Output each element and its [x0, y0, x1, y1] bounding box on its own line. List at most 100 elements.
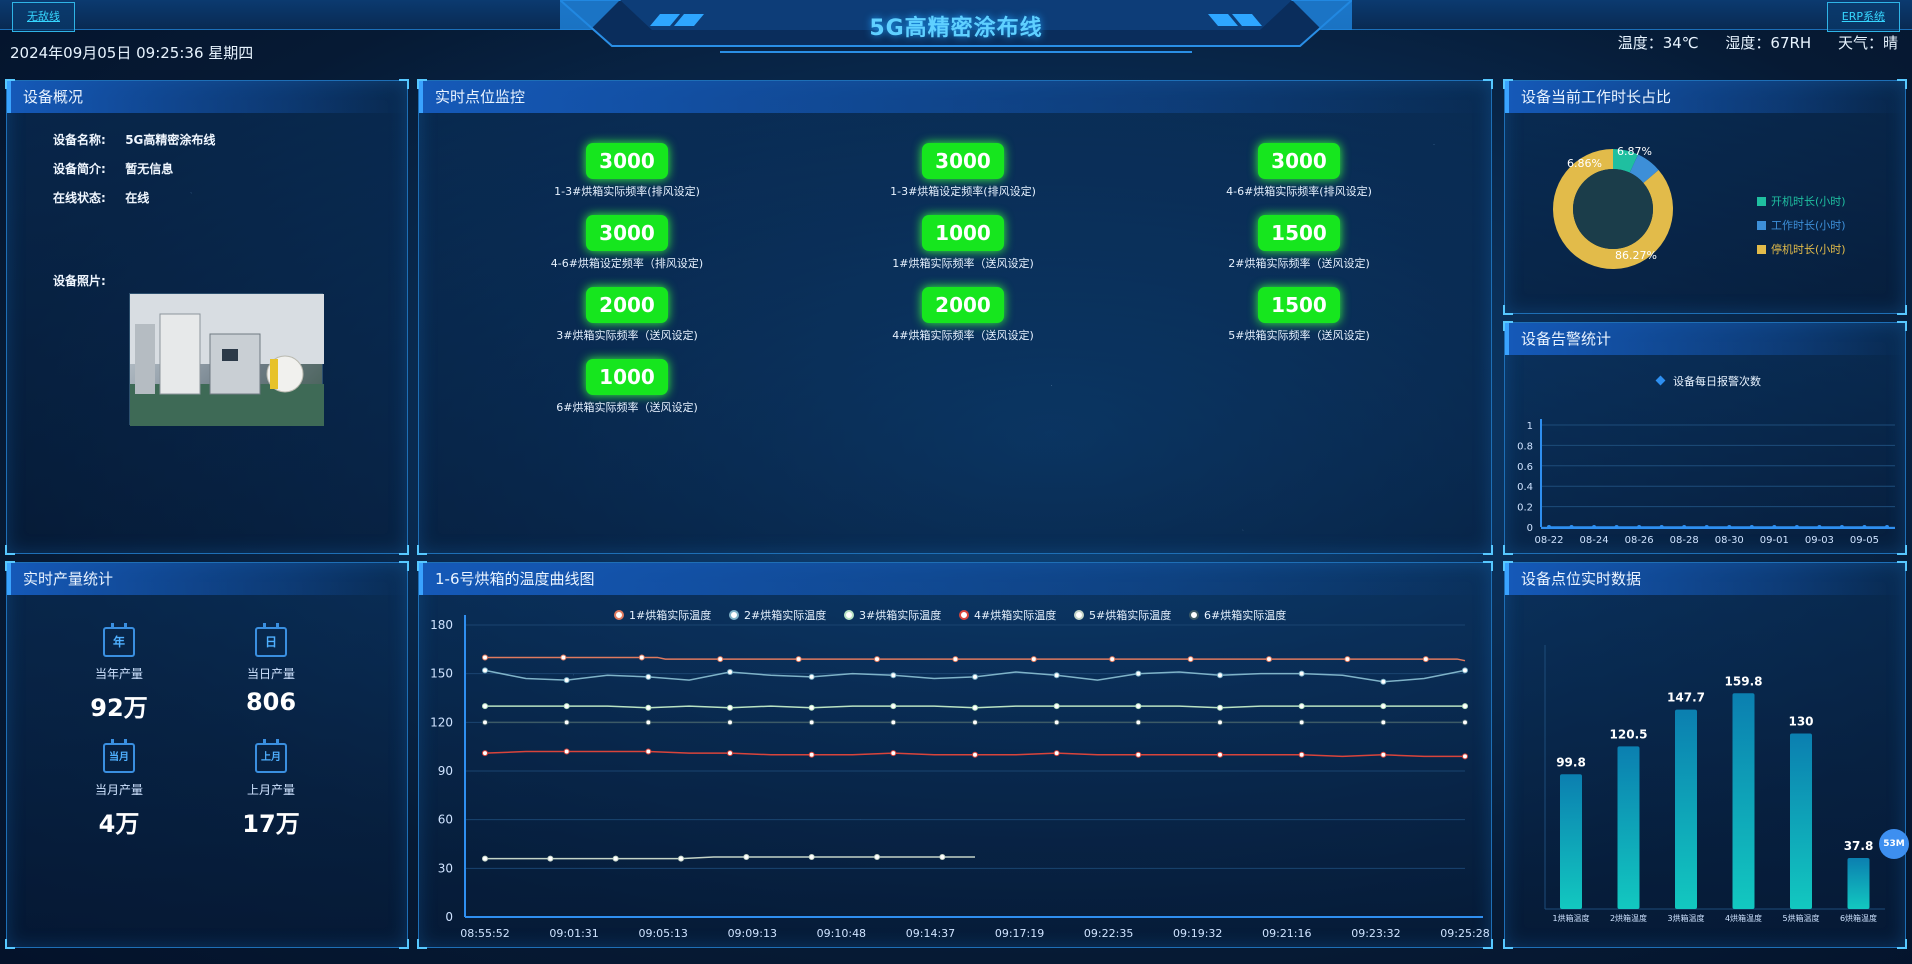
monitor-tile-label: 1#烘箱实际频率（送风设定): [892, 257, 1034, 270]
temp-point: [1053, 719, 1060, 726]
alarm-point: [1727, 525, 1732, 529]
temp-point: [482, 667, 488, 674]
temp-point: [560, 654, 567, 661]
monitor-tile-value: 3000: [586, 143, 668, 179]
yearly-output-value: 92万: [90, 694, 148, 722]
x-tick-label: 3烘箱温度: [1667, 913, 1704, 923]
monitor-tile-value: 2000: [586, 287, 668, 323]
monitor-tile: 3000 4-6#烘箱设定频率（排风设定): [517, 215, 737, 271]
temp-point: [972, 673, 978, 680]
x-tick-label: 4烘箱温度: [1725, 913, 1762, 923]
legend-label: 1#烘箱实际温度: [629, 608, 711, 622]
y-tick-label: 180: [430, 618, 453, 632]
legend-swatch: [1757, 221, 1766, 230]
temp-point: [972, 704, 978, 711]
panel-corner: [399, 79, 409, 89]
temp-point: [808, 719, 815, 726]
monitor-tile: 2000 4#烘箱实际频率（送风设定): [853, 287, 1073, 343]
daily-output-label: 当日产量: [246, 667, 295, 681]
calendar-day-icon: 日: [255, 623, 287, 657]
alarm-point: [1794, 525, 1799, 529]
y-tick-label: 0: [1527, 523, 1533, 534]
monitor-tile-label: 4-6#烘箱设定频率（排风设定): [550, 257, 704, 270]
device-photo: [129, 293, 324, 426]
x-tick-label: 6烘箱温度: [1840, 913, 1877, 923]
panel-corner: [1483, 545, 1493, 555]
temp-point: [874, 656, 880, 663]
online-status-value: 在线: [125, 191, 150, 205]
temp-point: [1053, 750, 1060, 757]
monitor-tile-value: 1500: [1258, 215, 1340, 251]
x-tick-label: 09:14:37: [906, 927, 955, 940]
duration-pie-chart: 6.87% 6.86% 86.27% 开机时长(小时) 工作时长(小时) 停机时长(小时): [1553, 145, 1846, 269]
x-tick-label: 1烘箱温度: [1552, 913, 1589, 923]
y-tick-label: 60: [438, 813, 453, 827]
monthly-output-label: 当月产量: [94, 783, 143, 797]
monitor-tile-value: 1500: [1258, 287, 1340, 323]
calendar-month-icon: 当月: [103, 739, 135, 773]
panel-corner: [1483, 79, 1493, 89]
monitor-tile-label: 6#烘箱实际频率（送风设定): [556, 401, 698, 414]
monitor-tile-label: 4-6#烘箱实际频率(排风设定): [1226, 185, 1372, 198]
temp-point: [645, 673, 652, 680]
legend-label: 设备每日报警次数: [1673, 374, 1761, 388]
yearly-output: 年 当年产量 92万: [59, 623, 179, 723]
last-month-output-value: 17万: [242, 810, 300, 838]
alarm-line-chart: 设备每日报警次数 0 0.2 0.4 0.6 0.8 1 08-22 08-24 08-26 08-…: [1517, 374, 1895, 546]
erp-system-button[interactable]: ERP系统: [1826, 2, 1900, 32]
panel-corner: [5, 561, 15, 571]
x-tick-label: 09:25:28: [1440, 927, 1489, 940]
temperature-line-chart: 1#烘箱实际温度 2#烘箱实际温度 3#烘箱实际温度 4#烘箱实际温度 5#烘箱实际温度…: [430, 608, 1490, 940]
device-intro-row: 设备简介: 暂无信息: [53, 160, 173, 177]
panel-corner: [417, 561, 427, 571]
device-photo-graphic: [130, 294, 324, 426]
temp-point: [890, 703, 897, 710]
legend-marker: [614, 610, 624, 620]
temp-point: [563, 703, 570, 710]
x-tick-label: 09-03: [1805, 535, 1834, 546]
y-tick-label: 0.4: [1517, 482, 1533, 493]
x-tick-label: 08-22: [1534, 535, 1563, 546]
bar: [1560, 774, 1582, 909]
temp-point: [1187, 656, 1194, 663]
temp-point: [808, 853, 815, 860]
x-tick-label: 09:21:16: [1262, 927, 1311, 940]
panel-corner: [5, 939, 15, 949]
temp-point: [1380, 751, 1387, 758]
memory-badge[interactable]: 53M: [1879, 829, 1909, 859]
temp-point: [972, 751, 978, 758]
temp-series-line: [485, 656, 1466, 662]
alarm-point: [1749, 525, 1754, 529]
temp-point: [482, 654, 488, 661]
panel-title: 实时点位监控: [419, 81, 1491, 113]
legend-marker: [1189, 610, 1199, 620]
temp-point: [952, 656, 959, 663]
temp-point: [808, 673, 815, 680]
temp-point: [645, 719, 652, 726]
monthly-output: 当月 当月产量 4万: [59, 739, 179, 839]
panel-corner: [1503, 79, 1513, 89]
temp-point: [1462, 719, 1468, 726]
bar-value-label: 99.8: [1556, 755, 1586, 769]
x-tick-label: 09:01:31: [549, 927, 598, 940]
monitor-tile: 3000 1-3#烘箱实际频率(排风设定): [517, 143, 737, 199]
temp-point: [1109, 656, 1116, 663]
monitor-tile: 1500 2#烘箱实际频率（送风设定): [1189, 215, 1409, 271]
temp-point: [1298, 703, 1305, 710]
alarm-point: [1839, 525, 1844, 529]
device-name-label: 设备名称:: [53, 133, 106, 147]
y-tick-label: 150: [430, 667, 453, 681]
temp-point: [890, 750, 897, 757]
x-tick-label: 09:17:19: [995, 927, 1044, 940]
temp-point: [678, 855, 684, 862]
device-overview-panel: 设备概况 设备名称: 5G高精密涂布线 设备简介: 暂无信息 在线状态: 在线 …: [5, 79, 409, 555]
temp-point: [717, 656, 724, 663]
temp-point: [795, 656, 802, 663]
calendar-last-month-icon: 上月: [255, 739, 287, 773]
x-tick-label: 08-24: [1580, 535, 1609, 546]
monitor-tile-label: 2#烘箱实际频率（送风设定): [1228, 257, 1370, 270]
temp-point: [547, 855, 554, 862]
pie-slice-label: 86.27%: [1615, 249, 1657, 262]
left-system-button[interactable]: 无敌线: [12, 2, 75, 32]
current-datetime: 2024年09月05日 09:25:36 星期四: [10, 44, 254, 62]
